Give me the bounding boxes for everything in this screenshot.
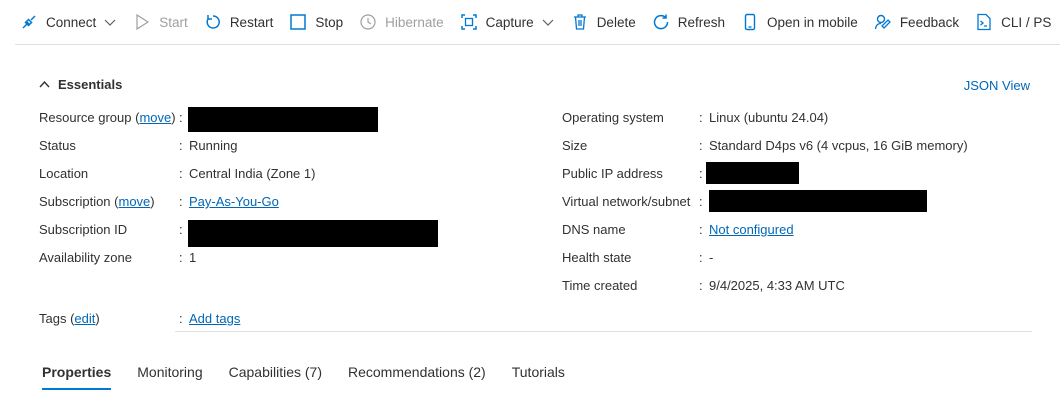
status-value: Running	[189, 138, 238, 153]
subscription-label-text: Subscription	[39, 194, 111, 209]
colon: :	[699, 278, 703, 293]
colon: :	[699, 166, 703, 181]
plug-icon	[22, 15, 36, 29]
status-label: Status	[39, 138, 76, 153]
mobile-icon	[744, 13, 756, 31]
restart-label: Restart	[229, 14, 274, 30]
chevron-down-icon	[542, 19, 554, 26]
colon: :	[179, 194, 183, 209]
add-tags-link[interactable]: Add tags	[189, 311, 240, 326]
tags-label-text: Tags	[39, 311, 67, 326]
capture-button[interactable]: Capture	[460, 13, 555, 31]
colon: :	[699, 194, 703, 209]
refresh-button[interactable]: Refresh	[652, 13, 725, 31]
tags-label: Tags (edit)	[39, 311, 100, 326]
feedback-icon	[874, 14, 891, 30]
refresh-icon	[653, 14, 668, 30]
restart-button[interactable]: Restart	[204, 13, 274, 31]
public-ip-redacted	[706, 162, 799, 184]
cli-ps-button[interactable]: CLI / PS	[975, 13, 1051, 31]
subscription-id-redacted	[188, 220, 438, 247]
subscription-id-label: Subscription ID	[39, 222, 128, 237]
size-label: Size	[562, 138, 588, 153]
colon: :	[179, 166, 183, 181]
tab-properties[interactable]: Properties	[30, 358, 123, 390]
resource-group-label: Resource group (move)	[39, 110, 176, 125]
tab-capabilities[interactable]: Capabilities (7)	[217, 358, 334, 390]
vnet-redacted	[709, 190, 927, 212]
colon: :	[699, 250, 703, 265]
refresh-label: Refresh	[677, 14, 725, 30]
colon: :	[699, 222, 703, 237]
colon: :	[699, 138, 703, 153]
dns-configure-link[interactable]: Not configured	[709, 222, 794, 237]
play-icon	[136, 13, 150, 31]
feedback-label: Feedback	[899, 14, 960, 30]
time-created-label: Time created	[562, 278, 638, 293]
tab-bar: Properties Monitoring Capabilities (7) R…	[30, 358, 579, 390]
resource-group-redacted	[188, 107, 378, 132]
restart-icon	[206, 15, 220, 29]
time-created-value: 9/4/2025, 4:33 AM UTC	[709, 278, 845, 293]
tags-edit-link[interactable]: edit	[74, 311, 95, 326]
availability-zone-label: Availability zone	[39, 250, 132, 265]
tab-tutorials[interactable]: Tutorials	[500, 358, 577, 390]
trash-icon	[573, 14, 586, 30]
start-label: Start	[159, 14, 188, 30]
availability-zone-value: 1	[189, 250, 197, 265]
colon: :	[179, 250, 183, 265]
essentials-title: Essentials	[58, 77, 123, 92]
resource-group-label-text: Resource group	[39, 110, 132, 125]
stop-button[interactable]: Stop	[289, 13, 343, 31]
location-value: Central India (Zone 1)	[189, 166, 316, 181]
open-in-mobile-button[interactable]: Open in mobile	[741, 13, 858, 31]
cli-icon	[977, 13, 991, 31]
connect-label: Connect	[46, 14, 97, 30]
chevron-up-icon	[39, 80, 50, 88]
feedback-button[interactable]: Feedback	[874, 13, 959, 31]
start-button[interactable]: Start	[133, 13, 188, 31]
stop-label: Stop	[315, 14, 344, 30]
json-view-link[interactable]: JSON View	[964, 78, 1030, 93]
subscription-value-link[interactable]: Pay-As-You-Go	[189, 194, 279, 209]
health-label: Health state	[562, 250, 632, 265]
size-value: Standard D4ps v6 (4 vcpus, 16 GiB memory…	[709, 138, 968, 153]
hibernate-icon	[360, 14, 376, 30]
resource-group-move-link[interactable]: move	[139, 110, 171, 125]
os-value: Linux (ubuntu 24.04)	[709, 110, 829, 125]
essentials-divider	[175, 331, 1032, 332]
delete-label: Delete	[596, 14, 636, 30]
colon: :	[179, 110, 183, 125]
command-bar: Connect Start Restart Stop Hibernate Cap…	[0, 0, 1060, 44]
capture-label: Capture	[485, 14, 534, 30]
colon: :	[179, 222, 183, 237]
os-label: Operating system	[562, 110, 664, 125]
colon: :	[179, 138, 183, 153]
hibernate-button[interactable]: Hibernate	[359, 13, 444, 31]
colon: :	[699, 110, 703, 125]
health-value: -	[709, 250, 714, 265]
subscription-move-link[interactable]: move	[119, 194, 151, 209]
essentials-toggle[interactable]: Essentials	[38, 77, 122, 92]
location-label: Location	[39, 166, 89, 181]
colon: :	[179, 311, 183, 326]
chevron-down-icon	[104, 19, 116, 26]
connect-button[interactable]: Connect	[20, 13, 117, 31]
dns-label: DNS name	[562, 222, 626, 237]
public-ip-label: Public IP address	[562, 166, 663, 181]
stop-icon	[290, 14, 307, 30]
capture-icon	[460, 14, 477, 30]
open-in-mobile-label: Open in mobile	[767, 14, 858, 30]
subscription-label: Subscription (move)	[39, 194, 155, 209]
vnet-label: Virtual network/subnet	[562, 194, 691, 209]
tab-monitoring[interactable]: Monitoring	[125, 358, 214, 390]
toolbar-divider	[15, 44, 1060, 45]
cli-ps-label: CLI / PS	[1001, 14, 1052, 30]
hibernate-label: Hibernate	[385, 14, 444, 30]
delete-button[interactable]: Delete	[571, 13, 636, 31]
tab-recommendations[interactable]: Recommendations (2)	[336, 358, 498, 390]
